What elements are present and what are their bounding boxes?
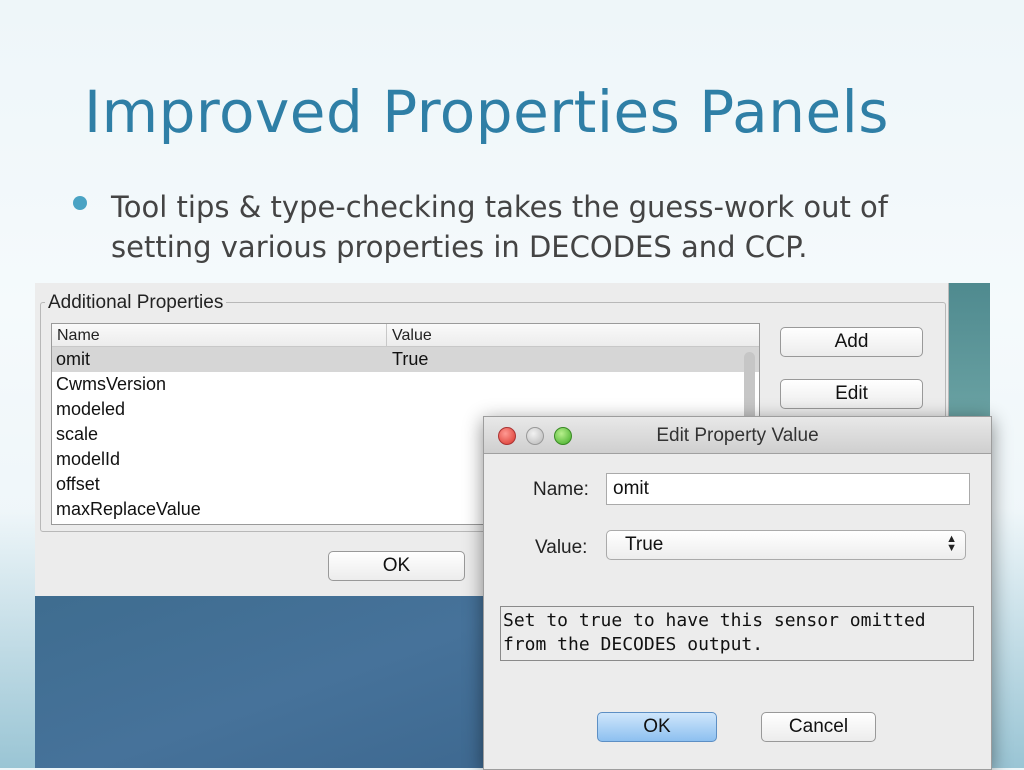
property-tooltip: Set to true to have this sensor omitted … [500, 606, 974, 661]
row-name: modelId [56, 449, 121, 469]
edit-button[interactable]: Edit [780, 379, 923, 409]
desktop-background-strip [945, 283, 990, 418]
dialog-cancel-button[interactable]: Cancel [761, 712, 876, 742]
table-row[interactable]: CwmsVersion [52, 372, 759, 397]
value-select[interactable]: True ▲ ▼ [606, 530, 966, 560]
column-header-value[interactable]: Value [387, 324, 759, 346]
dialog-ok-button[interactable]: OK [597, 712, 717, 742]
name-input[interactable] [606, 473, 970, 505]
slide-title: Improved Properties Panels [84, 78, 889, 146]
row-name: offset [56, 474, 100, 494]
bullet-dot-icon [73, 196, 87, 210]
row-name: maxReplaceValue [56, 499, 201, 519]
row-value: True [392, 349, 429, 369]
group-label: Additional Properties [45, 292, 227, 314]
table-header: Name Value [52, 324, 759, 347]
add-button[interactable]: Add [780, 327, 923, 357]
column-header-name[interactable]: Name [52, 324, 387, 346]
row-name: modeled [56, 399, 126, 419]
row-name: CwmsVersion [56, 374, 167, 394]
value-selected: True [625, 534, 664, 555]
table-row[interactable]: omit True [52, 347, 759, 372]
dialog-titlebar[interactable]: Edit Property Value [484, 417, 991, 454]
name-label: Name: [533, 479, 589, 500]
row-value [387, 372, 759, 397]
edit-property-dialog: Edit Property Value Name: Value: True ▲▼… [483, 416, 992, 770]
row-name: scale [56, 424, 99, 444]
up-down-arrows-icon: ▲ ▼ [946, 533, 957, 554]
row-name: omit [56, 349, 91, 369]
dialog-title: Edit Property Value [656, 425, 819, 446]
bullet-text: Tool tips & type-checking takes the gues… [111, 190, 889, 264]
value-label: Value: [535, 537, 588, 558]
panel-ok-button[interactable]: OK [328, 551, 465, 581]
